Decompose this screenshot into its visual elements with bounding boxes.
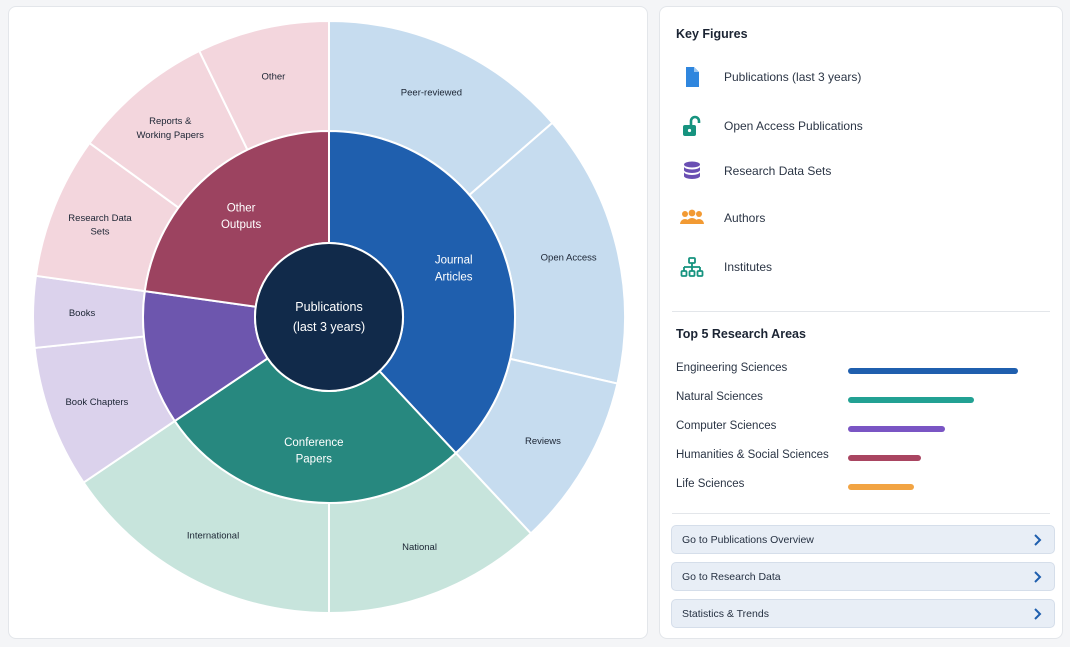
link-label: Go to Research Data <box>682 570 781 583</box>
chevron-right-icon <box>1034 608 1042 620</box>
research-areas-title: Top 5 Research Areas <box>676 327 806 341</box>
outer-segment-label: Books <box>69 308 96 319</box>
research-area-label: Engineering Sciences <box>676 362 788 374</box>
research-area-row: Natural Sciences <box>676 390 1046 408</box>
research-area-row: Computer Sciences <box>676 419 1046 437</box>
research-area-label: Humanities & Social Sciences <box>676 449 829 461</box>
publications-sunburst-chart: Journal ArticlesConference PapersOther Outp… <box>32 19 626 615</box>
outer-segment-label: Peer-reviewed <box>401 88 462 99</box>
research-area-label: Natural Sciences <box>676 391 763 403</box>
research-area-row: Life Sciences <box>676 477 1046 495</box>
key-figure-label: Institutes <box>724 260 773 274</box>
outer-segment-label: Open Access <box>541 253 597 264</box>
publications-overview-link[interactable]: Go to Publications Overview <box>671 525 1055 554</box>
link-label: Go to Publications Overview <box>682 533 814 546</box>
divider <box>672 311 1050 312</box>
research-data-link[interactable]: Go to Research Data <box>671 562 1055 591</box>
outer-segment-label: National <box>402 542 437 553</box>
key-figure-label: Open Access Publications <box>724 119 863 133</box>
link-label: Statistics & Trends <box>682 607 769 620</box>
key-figure-authors: Authors <box>676 202 1046 234</box>
outer-segment-label: International <box>187 530 239 541</box>
summary-panel: Key Figures Publications (last 3 years) … <box>659 6 1063 639</box>
org-chart-icon <box>676 251 708 283</box>
chevron-right-icon <box>1034 534 1042 546</box>
center-circle[interactable] <box>254 242 404 392</box>
sunburst-panel: Journal Articles Conference Papers Other Outp… <box>8 6 648 639</box>
key-figure-label: Publications (last 3 years) <box>724 70 862 84</box>
key-figure-publications: Publications (last 3 years) <box>676 61 1046 93</box>
key-figure-open-access: Open Access Publications <box>676 110 1046 142</box>
key-figure-research-data: Research Data Sets <box>676 155 1046 187</box>
unlock-icon <box>676 110 708 142</box>
research-area-bar <box>848 397 974 403</box>
chevron-right-icon <box>1034 571 1042 583</box>
users-icon <box>676 202 708 234</box>
research-area-label: Computer Sciences <box>676 420 777 432</box>
outer-segment-label: Book Chapters <box>65 397 128 408</box>
document-icon <box>676 61 708 93</box>
outer-segment-label: Other <box>262 72 286 83</box>
research-area-bar <box>848 455 922 461</box>
database-icon <box>676 155 708 187</box>
key-figure-label: Authors <box>724 211 766 225</box>
key-figures-title: Key Figures <box>676 27 748 41</box>
key-figure-institutes: Institutes <box>676 251 1046 283</box>
research-area-bar <box>848 426 945 432</box>
key-figure-label: Research Data Sets <box>724 164 832 178</box>
research-area-row: Humanities & Social Sciences <box>676 448 1046 466</box>
outer-segment-label: Reviews <box>525 436 561 447</box>
research-area-label: Life Sciences <box>676 478 745 490</box>
research-area-bar <box>848 368 1018 374</box>
divider <box>672 513 1050 514</box>
statistics-trends-link[interactable]: Statistics & Trends <box>671 599 1055 628</box>
research-area-bar <box>848 484 915 490</box>
research-area-row: Engineering Sciences <box>676 361 1046 379</box>
